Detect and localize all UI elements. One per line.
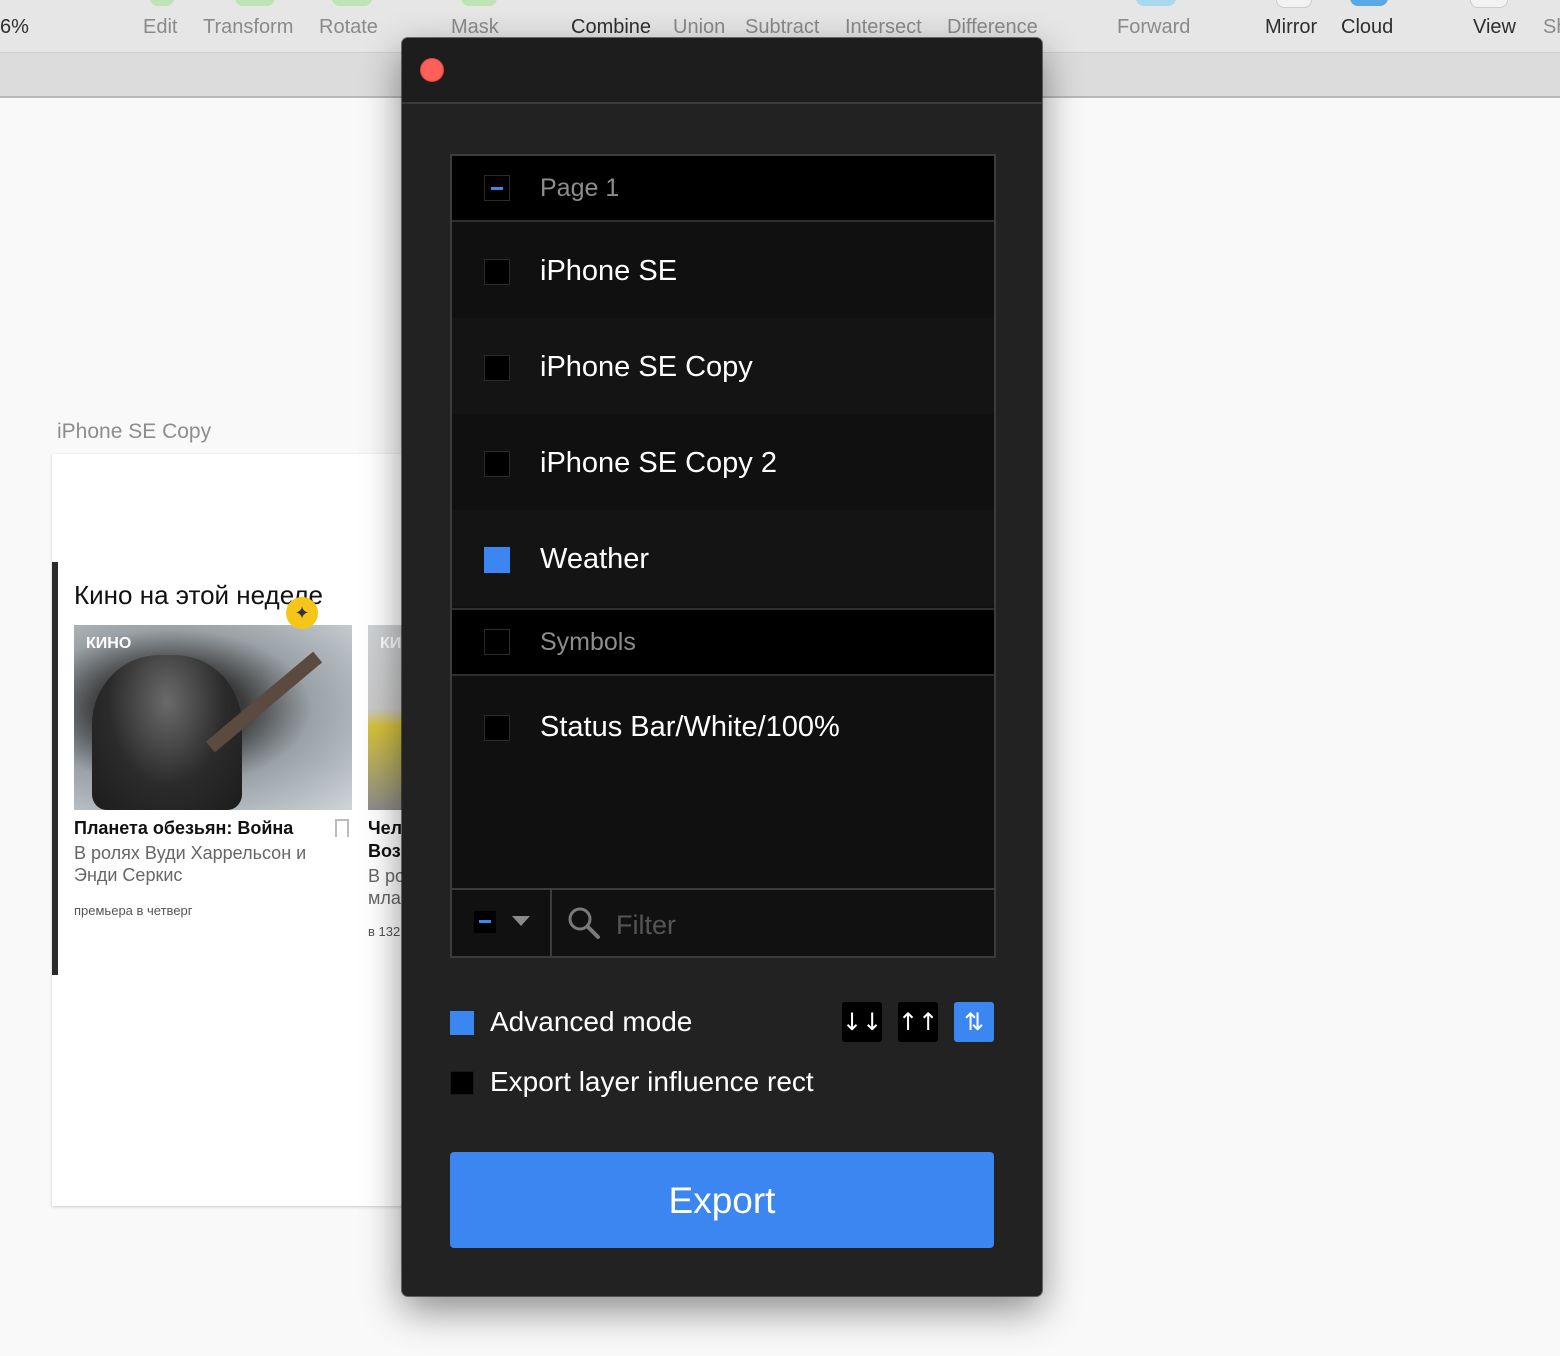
search-icon: [568, 907, 600, 939]
dialog-titlebar[interactable]: [402, 38, 1042, 104]
select-all-checkbox[interactable]: [474, 911, 496, 933]
category-tag: КИНО: [86, 635, 132, 652]
bookmark-icon: [335, 819, 349, 837]
mirror-icon: [1276, 0, 1312, 8]
movie-poster-image: КИНО: [74, 625, 352, 810]
movie-subtitle-2-line2: мла: [368, 888, 401, 908]
toolbar-subtract[interactable]: Subtract: [745, 16, 819, 39]
ticket-icon: ✦: [286, 597, 318, 629]
sort-ascending-button[interactable]: ↑↑: [898, 1002, 938, 1042]
layer-label: Page 1: [540, 174, 620, 202]
view-icon: [1470, 0, 1508, 8]
filter-input[interactable]: [614, 904, 978, 946]
section-indicator: [52, 562, 58, 975]
layer-row-iphone-se-copy-2[interactable]: iPhone SE Copy 2: [452, 414, 994, 510]
advanced-mode-option[interactable]: Advanced mode: [450, 1004, 810, 1044]
artboard[interactable]: Кино на этой неделе КИНО ✦ Планета обезь…: [52, 454, 452, 1206]
layer-list[interactable]: Page 1 iPhone SE iPhone SE Copy iPhone S…: [450, 154, 996, 958]
toolbar-rotate[interactable]: Rotate: [319, 16, 378, 39]
movie-meta: премьера в четверг: [74, 903, 193, 918]
toolbar-difference[interactable]: Difference: [947, 16, 1038, 39]
mask-icon: [461, 0, 497, 6]
cloud-icon: [1350, 0, 1388, 6]
checkbox-iphone-se-copy[interactable]: [484, 355, 510, 381]
toolbar-union[interactable]: Union: [673, 16, 725, 39]
layer-row-status-bar[interactable]: Status Bar/White/100%: [452, 678, 994, 774]
layer-row-symbols[interactable]: Symbols: [452, 610, 994, 674]
layer-label: Status Bar/White/100%: [540, 711, 840, 743]
toolbar-intersect[interactable]: Intersect: [845, 16, 922, 39]
layer-label: iPhone SE Copy 2: [540, 447, 777, 479]
category-tag-2: КИ: [380, 635, 402, 652]
layer-row-weather[interactable]: Weather: [452, 510, 994, 606]
close-button[interactable]: [420, 58, 444, 82]
checkbox-iphone-se[interactable]: [484, 259, 510, 285]
export-button[interactable]: Export: [450, 1152, 994, 1248]
layer-label: Symbols: [540, 628, 636, 656]
list-footer: [452, 888, 994, 956]
advanced-mode-label: Advanced mode: [490, 1006, 693, 1037]
layer-row-iphone-se[interactable]: iPhone SE: [452, 222, 994, 318]
layer-label: iPhone SE Copy: [540, 351, 753, 383]
toolbar-mask[interactable]: Mask: [451, 16, 499, 39]
forward-icon: [1136, 0, 1176, 6]
movie-subtitle-2-line1: В ро: [368, 866, 406, 886]
movie-subtitle: В ролях Вуди Харрельсон и Энди Серкис: [74, 843, 307, 885]
advanced-mode-checkbox[interactable]: [450, 1011, 474, 1035]
toolbar-share[interactable]: Sh: [1543, 16, 1560, 39]
movie-meta-2: в 132: [368, 924, 401, 939]
checkbox-page-1[interactable]: [484, 175, 510, 201]
chevron-down-icon: [512, 916, 530, 926]
toolbar-cloud[interactable]: Cloud: [1341, 16, 1393, 39]
sort-alphabetical-button[interactable]: ⇅: [954, 1002, 994, 1042]
export-influence-label: Export layer influence rect: [490, 1066, 814, 1097]
edit-icon: [150, 0, 174, 6]
toolbar-forward[interactable]: Forward: [1117, 16, 1190, 39]
section-title: Кино на этой неделе: [74, 580, 323, 610]
select-all-dropdown[interactable]: [452, 890, 552, 956]
toolbar-transform[interactable]: Transform: [203, 16, 293, 39]
checkbox-iphone-se-copy-2[interactable]: [484, 451, 510, 477]
movie-title-2-line2: Воз: [368, 841, 401, 861]
movie-title: Планета обезьян: Война: [74, 818, 294, 838]
toolbar-combine[interactable]: Combine: [571, 16, 651, 39]
artboard-label[interactable]: iPhone SE Copy: [57, 420, 211, 444]
checkbox-symbols[interactable]: [484, 629, 510, 655]
export-dialog: Page 1 iPhone SE iPhone SE Copy iPhone S…: [402, 38, 1042, 1296]
zoom-level[interactable]: 6%: [0, 16, 29, 39]
layer-row-iphone-se-copy[interactable]: iPhone SE Copy: [452, 318, 994, 414]
toolbar-view[interactable]: View: [1473, 16, 1516, 39]
transform-icon: [235, 0, 275, 6]
checkbox-status-bar[interactable]: [484, 715, 510, 741]
layer-label: iPhone SE: [540, 255, 678, 287]
toolbar-mirror[interactable]: Mirror: [1265, 16, 1317, 39]
export-influence-option[interactable]: Export layer influence rect: [450, 1064, 890, 1104]
export-influence-checkbox[interactable]: [450, 1071, 474, 1095]
rotate-icon: [332, 0, 372, 6]
movie-title-2-line1: Чел: [368, 818, 403, 838]
layer-row-page-1[interactable]: Page 1: [452, 156, 994, 220]
toolbar-edit[interactable]: Edit: [143, 16, 177, 39]
checkbox-weather[interactable]: [484, 547, 510, 573]
divider: [452, 674, 994, 676]
layer-label: Weather: [540, 543, 650, 575]
sort-descending-button[interactable]: ↓↓: [842, 1002, 882, 1042]
